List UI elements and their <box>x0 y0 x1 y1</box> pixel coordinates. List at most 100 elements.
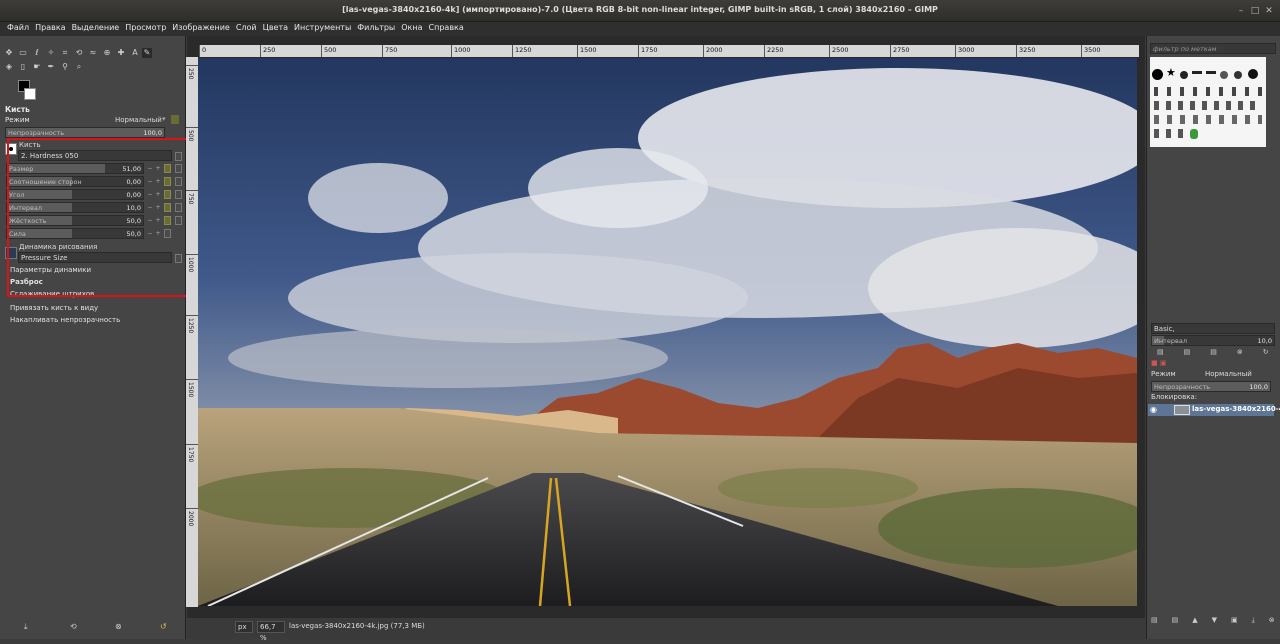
force-reset-icon[interactable] <box>164 229 171 238</box>
menu-edit[interactable]: Правка <box>32 22 68 33</box>
minimize-icon[interactable]: – <box>1236 6 1246 16</box>
background-color-swatch[interactable] <box>24 88 36 100</box>
heal-icon[interactable]: ✚ <box>116 48 126 58</box>
right-spacing-slider[interactable]: Интервал 10,0 <box>1151 335 1275 346</box>
brush-preview[interactable] <box>5 143 17 155</box>
brush-thumb[interactable] <box>1154 101 1262 110</box>
menu-file[interactable]: Файл <box>4 22 32 33</box>
menu-colors[interactable]: Цвета <box>260 22 291 33</box>
layer-actions[interactable]: ▤▤▲▼▣⤓⊗ <box>1151 616 1280 625</box>
angle-reset-icon[interactable] <box>175 190 182 199</box>
maximize-icon[interactable]: □ <box>1250 6 1260 16</box>
crop-icon[interactable]: ⌗ <box>60 48 70 58</box>
smudge-icon[interactable]: ☛ <box>32 62 42 72</box>
menu-filters[interactable]: Фильтры <box>354 22 398 33</box>
dynamics-icon[interactable] <box>5 247 17 259</box>
brush-thumb[interactable] <box>1234 71 1242 79</box>
mode-switch-icon[interactable] <box>171 115 179 124</box>
menu-layer[interactable]: Слой <box>233 22 260 33</box>
unit-select[interactable]: px <box>235 621 253 633</box>
size-decrement[interactable]: − <box>146 164 154 174</box>
restore-options-icon[interactable]: ⟲ <box>70 622 77 631</box>
warp-icon[interactable]: ≈ <box>88 48 98 58</box>
aspect-reset-icon[interactable] <box>175 177 182 186</box>
brush-thumb[interactable] <box>1206 71 1216 74</box>
dynamics-edit-icon[interactable] <box>175 254 182 263</box>
clone-icon[interactable]: ⊕ <box>102 48 112 58</box>
move-tool-icon[interactable]: ✥ <box>4 48 14 58</box>
menu-select[interactable]: Выделение <box>69 22 123 33</box>
hardness-link-icon[interactable] <box>164 216 171 225</box>
menu-view[interactable]: Просмотр <box>122 22 169 33</box>
layers-opacity-slider[interactable]: Непрозрачность 100,0 <box>1151 381 1271 392</box>
force-slider[interactable]: Сила 50,0 <box>6 228 144 239</box>
layer-row[interactable]: ◉ las-vegas-3840x2160-4k.jpg <box>1148 404 1280 416</box>
brush-preset-field[interactable]: Basic, <box>1151 323 1275 334</box>
aspect-slider[interactable]: Соотношение сторон 0,00 <box>6 176 144 187</box>
angle-increment[interactable]: + <box>154 190 162 200</box>
brush-thumb[interactable] <box>1180 71 1188 79</box>
brush-actions[interactable]: ▤▤▤⊗↻▤ <box>1157 348 1280 356</box>
menu-image[interactable]: Изображение <box>169 22 233 33</box>
brush-thumb[interactable] <box>1154 115 1262 124</box>
fuzzy-select-icon[interactable]: ✧ <box>46 48 56 58</box>
hardness-slider[interactable]: Жёсткость 50,0 <box>6 215 144 226</box>
lock-brush-checkbox[interactable]: Привязать кисть к виду <box>10 304 98 312</box>
zoom-select[interactable]: 66,7 % <box>257 621 285 642</box>
bucket-icon[interactable]: ◈ <box>4 62 14 72</box>
layers-tab-icon[interactable]: ■ ▣ <box>1151 359 1166 367</box>
brush-name-field[interactable]: 2. Hardness 050 <box>18 150 172 161</box>
size-link-icon[interactable] <box>164 164 171 173</box>
menu-windows[interactable]: Окна <box>398 22 425 33</box>
close-icon[interactable]: ✕ <box>1264 6 1274 16</box>
angle-link-icon[interactable] <box>164 190 171 199</box>
mode-select[interactable]: Нормальный <box>115 116 162 124</box>
brush-edit-icon[interactable] <box>175 152 182 161</box>
opacity-slider[interactable]: Непрозрачность 100,0 <box>5 127 165 138</box>
text-icon[interactable]: A <box>130 48 140 58</box>
brush-thumb[interactable]: ★ <box>1166 67 1176 78</box>
rect-select-icon[interactable]: ▭ <box>18 48 28 58</box>
lasso-icon[interactable]: ℓ <box>32 48 42 58</box>
paintbrush-icon[interactable]: ✎ <box>142 48 152 58</box>
menu-tools[interactable]: Инструменты <box>291 22 354 33</box>
path-icon[interactable]: ✒ <box>46 62 56 72</box>
spacing-slider[interactable]: Интервал 10,0 <box>6 202 144 213</box>
aspect-link-icon[interactable] <box>164 177 171 186</box>
save-options-icon[interactable]: ⤓ <box>24 622 28 632</box>
transform-icon[interactable]: ⟲ <box>74 48 84 58</box>
size-increment[interactable]: + <box>154 164 162 174</box>
brush-thumb[interactable] <box>1248 69 1258 79</box>
aspect-increment[interactable]: + <box>154 177 162 187</box>
menu-help[interactable]: Справка <box>426 22 467 33</box>
hardness-increment[interactable]: + <box>154 216 162 226</box>
spacing-increment[interactable]: + <box>154 203 162 213</box>
brush-thumb[interactable] <box>1154 129 1184 138</box>
spacing-reset-icon[interactable] <box>175 203 182 212</box>
hardness-decrement[interactable]: − <box>146 216 154 226</box>
layers-mode-select[interactable]: Нормальный <box>1205 370 1252 378</box>
hardness-reset-icon[interactable] <box>175 216 182 225</box>
aspect-decrement[interactable]: − <box>146 177 154 187</box>
brush-thumb[interactable] <box>1154 87 1262 96</box>
size-reset-icon[interactable] <box>175 164 182 173</box>
angle-slider[interactable]: Угол 0,00 <box>6 189 144 200</box>
brush-thumb[interactable] <box>1220 71 1228 79</box>
eraser-icon[interactable]: ▯ <box>18 62 28 72</box>
spacing-link-icon[interactable] <box>164 203 171 212</box>
angle-decrement[interactable]: − <box>146 190 154 200</box>
dynamics-options-expander[interactable]: Параметры динамики <box>10 266 91 274</box>
scatter-checkbox[interactable]: Разброс <box>10 278 43 286</box>
reset-options-icon[interactable]: ↺ <box>160 622 167 631</box>
brush-thumb[interactable] <box>1192 71 1202 74</box>
brush-grid[interactable]: ★ <box>1150 57 1266 147</box>
dynamics-field[interactable]: Pressure Size <box>18 252 172 263</box>
color-picker-icon[interactable]: ⚲ <box>60 62 70 72</box>
brush-thumb[interactable] <box>1152 69 1163 80</box>
smooth-stroke-checkbox[interactable]: Сглаживание штрихов <box>10 290 94 298</box>
force-increment[interactable]: + <box>154 229 162 239</box>
chevron-down-icon[interactable]: ▾ <box>162 115 166 123</box>
force-decrement[interactable]: − <box>146 229 154 239</box>
brush-filter-input[interactable]: фильтр по меткам <box>1150 43 1276 54</box>
layer-name[interactable]: las-vegas-3840x2160-4k.jpg <box>1192 405 1280 413</box>
